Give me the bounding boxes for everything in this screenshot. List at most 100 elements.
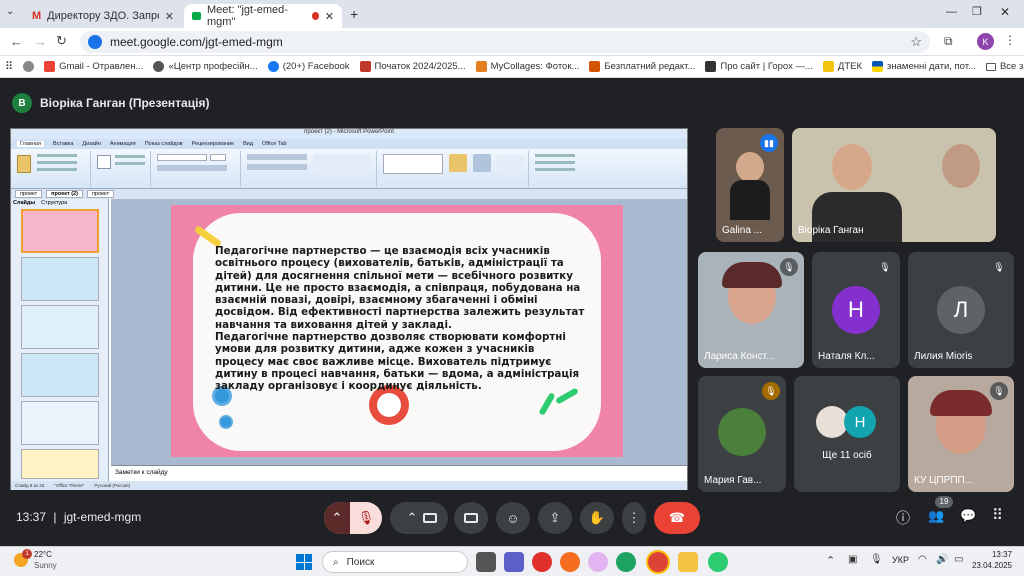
slide-thumbnail[interactable] xyxy=(21,401,99,445)
windows-start-icon[interactable] xyxy=(296,554,312,570)
bookmark-gmail[interactable]: Gmail - Отравлен... xyxy=(39,61,148,72)
doc-tab-3[interactable]: проект xyxy=(86,190,115,198)
forward-icon[interactable]: → xyxy=(34,34,47,49)
font-formatting-row[interactable] xyxy=(157,165,227,171)
extensions-icon[interactable]: ⧉ xyxy=(944,34,953,49)
url-input[interactable]: meet.google.com/jgt-emed-mgm ☆ xyxy=(80,31,930,53)
slide-thumbnail[interactable] xyxy=(21,209,99,253)
weather-temperature[interactable]: 22°C xyxy=(34,550,52,559)
doc-tab-1[interactable]: проект xyxy=(15,190,43,198)
tab-gmail[interactable]: M Директору ЗДО. Запрошення ✕ xyxy=(24,4,182,28)
text-direction-panel[interactable] xyxy=(313,154,371,172)
minimize-button[interactable]: — xyxy=(946,6,957,18)
bookmark-editor[interactable]: Безплатний редакт... xyxy=(584,61,700,72)
panel-tab-outline[interactable]: Структура xyxy=(41,200,67,206)
cut-icon[interactable] xyxy=(37,154,77,157)
participant-tile[interactable]: 🎙 КУ ЦПРПП... xyxy=(908,376,1014,492)
copilot-icon[interactable] xyxy=(588,552,608,572)
site-info-icon[interactable] xyxy=(88,35,102,49)
participant-tile[interactable]: Л 🎙 Лилия Miorіs xyxy=(908,252,1014,368)
participant-tile[interactable]: ▮▮ Galina ... xyxy=(716,128,784,242)
slide-thumbnail[interactable] xyxy=(21,305,99,349)
activities-icon[interactable]: ⠿ xyxy=(992,506,1003,524)
mic-tray-icon[interactable]: 🎙 xyxy=(870,554,883,565)
find-icon[interactable] xyxy=(535,154,575,157)
bookmark-dates[interactable]: знаменні дати, пот... xyxy=(867,61,981,72)
doc-tab-2[interactable]: проект (2) xyxy=(46,190,83,198)
chrome-icon[interactable] xyxy=(648,552,668,572)
reactions-button[interactable]: ☺ xyxy=(496,502,530,534)
slide-thumbnail[interactable] xyxy=(21,449,99,479)
new-tab-button[interactable]: + xyxy=(350,6,358,22)
close-icon[interactable]: ✕ xyxy=(325,10,334,23)
panel-tab-slides[interactable]: Слайды xyxy=(13,200,35,206)
paragraph-align-row[interactable] xyxy=(247,164,307,170)
info-icon[interactable]: ⓘ xyxy=(896,508,910,528)
paragraph-list-row[interactable] xyxy=(247,154,307,160)
captions-button[interactable] xyxy=(454,502,488,534)
chevron-up-icon[interactable]: ⌃ xyxy=(401,510,423,526)
all-bookmarks[interactable]: Все закладки xyxy=(981,61,1024,72)
format-painter-icon[interactable] xyxy=(37,168,77,171)
font-select[interactable] xyxy=(157,154,207,161)
clock-time[interactable]: 13:37 xyxy=(972,550,1012,559)
paste-icon[interactable] xyxy=(17,155,31,173)
mic-button[interactable]: ⌃ 🎙 xyxy=(324,502,382,534)
weather-condition[interactable]: Sunny xyxy=(34,561,57,570)
back-icon[interactable]: ← xyxy=(10,34,23,49)
ppt-tab-animation[interactable]: Анимация xyxy=(110,141,136,147)
shape-fill-panel[interactable] xyxy=(497,155,525,171)
ppt-tab-home[interactable]: Главная xyxy=(17,141,44,147)
slide-thumbnail[interactable] xyxy=(21,257,99,301)
more-options-button[interactable]: ⋮ xyxy=(622,502,646,534)
language-indicator[interactable]: УКР xyxy=(892,555,909,565)
quick-styles-icon[interactable] xyxy=(473,154,491,172)
ppt-tab-insert[interactable]: Вставка xyxy=(53,141,73,147)
chat-icon[interactable]: 💬 xyxy=(960,508,976,524)
app-icon[interactable] xyxy=(708,552,728,572)
chevron-up-icon[interactable]: ⌃ xyxy=(826,554,835,567)
reset-icon[interactable] xyxy=(115,162,145,165)
bookmark-mycollages[interactable]: MyCollages: Фоток... xyxy=(471,61,585,72)
star-icon[interactable]: ☆ xyxy=(910,34,922,50)
participant-tile-more[interactable]: Н Ще 11 осіб xyxy=(794,376,900,492)
participant-tile[interactable]: Віоріка Ганган xyxy=(792,128,996,242)
bookmark-centre[interactable]: «Центр професійн... xyxy=(148,61,262,72)
arrange-icon[interactable] xyxy=(449,154,467,172)
present-button[interactable]: ⇪ xyxy=(538,502,572,534)
participant-tile[interactable]: 🎙 Мария Гав... xyxy=(698,376,786,492)
people-icon[interactable]: 👥 xyxy=(928,508,944,524)
profile-avatar[interactable]: K xyxy=(977,33,994,50)
menu-icon[interactable]: ⋮ xyxy=(1004,33,1016,47)
bookmark-globe[interactable] xyxy=(18,61,39,72)
notes-pane[interactable]: Заметки к слайду xyxy=(111,465,687,481)
volume-icon[interactable]: 🔊 xyxy=(936,554,948,565)
window-close-button[interactable]: ✕ xyxy=(1000,5,1010,19)
apps-icon[interactable]: ⠿ xyxy=(0,60,18,73)
copy-icon[interactable] xyxy=(37,161,77,164)
slide-thumbnail[interactable] xyxy=(21,353,99,397)
close-icon[interactable]: ✕ xyxy=(165,10,174,23)
shapes-gallery[interactable] xyxy=(383,154,443,174)
ppt-tab-slideshow[interactable]: Показ слайдов xyxy=(145,141,183,147)
tab-search-icon[interactable]: ⌄ xyxy=(6,6,14,17)
ppt-tab-design[interactable]: Дизайн xyxy=(82,141,101,147)
teams-icon[interactable] xyxy=(504,552,524,572)
new-slide-icon[interactable] xyxy=(97,155,111,169)
select-icon[interactable] xyxy=(535,168,575,171)
reload-icon[interactable]: ↻ xyxy=(56,33,67,49)
opera-icon[interactable] xyxy=(532,552,552,572)
firefox-icon[interactable] xyxy=(560,552,580,572)
leave-call-button[interactable]: ☎ xyxy=(654,502,700,534)
ppt-tab-review[interactable]: Рецензирование xyxy=(192,141,234,147)
camera-button[interactable]: ⌃ xyxy=(390,502,448,534)
bookmark-start[interactable]: Початок 2024/2025... xyxy=(355,61,471,72)
wifi-icon[interactable]: ◠ xyxy=(918,554,927,565)
replace-icon[interactable] xyxy=(535,161,575,164)
tray-icon[interactable]: ▣ xyxy=(848,554,857,565)
bookmark-dtek[interactable]: ДТЕК xyxy=(818,61,867,72)
tab-meet[interactable]: Meet: "jgt-emed-mgm" ✕ xyxy=(184,4,342,28)
bookmark-horokh[interactable]: Про сайт | Горох —... xyxy=(700,61,818,72)
raise-hand-button[interactable]: ✋ xyxy=(580,502,614,534)
ppt-tab-officetab[interactable]: Office Tab xyxy=(262,141,287,147)
